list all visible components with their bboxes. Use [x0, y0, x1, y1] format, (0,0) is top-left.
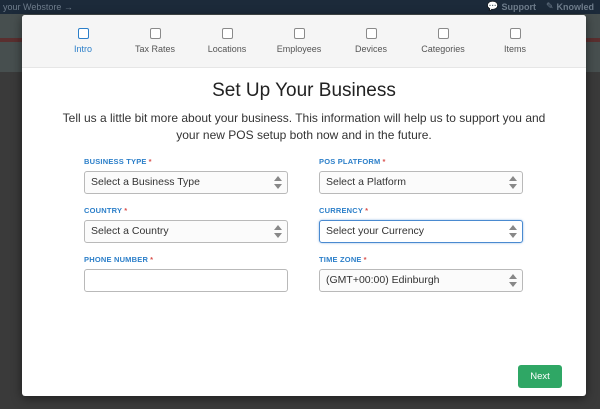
- step-checkbox-icon: [149, 28, 161, 39]
- wizard-steps: Intro Tax Rates Locations Employees Devi…: [22, 15, 586, 68]
- phone-number-input[interactable]: [84, 269, 288, 292]
- step-label: Locations: [207, 44, 247, 54]
- time-zone-label: TIME ZONE *: [319, 255, 367, 264]
- business-type-label: BUSINESS TYPE *: [84, 157, 152, 166]
- currency-label-text: CURRENCY: [319, 206, 364, 215]
- step-items[interactable]: Items: [475, 28, 555, 54]
- setup-modal: Intro Tax Rates Locations Employees Devi…: [22, 15, 586, 396]
- pos-platform-label-text: POS PLATFORM: [319, 157, 381, 166]
- knowledge-label: Knowled: [556, 1, 595, 12]
- select-arrows-icon: [509, 176, 517, 189]
- currency-select[interactable]: Select your Currency: [319, 220, 523, 243]
- next-button[interactable]: Next: [518, 365, 562, 388]
- pos-platform-value: Select a Platform: [326, 176, 406, 188]
- required-mark: *: [148, 157, 152, 166]
- edit-icon: ✎: [545, 1, 554, 11]
- step-checkbox-icon: [77, 28, 89, 39]
- required-mark: *: [363, 255, 367, 264]
- business-type-label-text: BUSINESS TYPE: [84, 157, 147, 166]
- step-checkbox-icon: [509, 28, 521, 39]
- step-employees[interactable]: Employees: [259, 28, 339, 54]
- pos-platform-label: POS PLATFORM *: [319, 157, 386, 166]
- time-zone-select[interactable]: (GMT+00:00) Edinburgh: [319, 269, 523, 292]
- step-label: Intro: [73, 44, 92, 54]
- step-label: Devices: [354, 44, 387, 54]
- step-label: Employees: [276, 44, 322, 54]
- step-checkbox-icon: [365, 28, 377, 39]
- required-mark: *: [150, 255, 154, 264]
- required-mark: *: [365, 206, 369, 215]
- step-categories[interactable]: Categories: [403, 28, 483, 54]
- country-select[interactable]: Select a Country: [84, 220, 288, 243]
- step-locations[interactable]: Locations: [187, 28, 267, 54]
- page-description: Tell us a little bit more about your bus…: [62, 111, 546, 142]
- webstore-link[interactable]: your Webstore →: [3, 2, 73, 12]
- step-tax-rates[interactable]: Tax Rates: [115, 28, 195, 54]
- support-label: Support: [501, 1, 536, 12]
- time-zone-value: (GMT+00:00) Edinburgh: [326, 274, 440, 286]
- time-zone-label-text: TIME ZONE: [319, 255, 362, 264]
- phone-number-label: PHONE NUMBER *: [84, 255, 153, 264]
- country-label-text: COUNTRY: [84, 206, 123, 215]
- currency-label: CURRENCY *: [319, 206, 368, 215]
- country-label: COUNTRY *: [84, 206, 127, 215]
- step-label: Items: [503, 44, 526, 54]
- background-top-bar: your Webstore → 💬 Support ✎ Knowled: [0, 0, 600, 14]
- select-arrows-icon: [509, 225, 517, 238]
- step-intro[interactable]: Intro: [43, 28, 123, 54]
- chat-icon: 💬: [487, 1, 499, 11]
- step-label: Categories: [421, 44, 465, 54]
- step-checkbox-icon: [293, 28, 305, 39]
- required-mark: *: [124, 206, 128, 215]
- business-type-select[interactable]: Select a Business Type: [84, 171, 288, 194]
- business-type-value: Select a Business Type: [91, 176, 200, 188]
- required-mark: *: [382, 157, 386, 166]
- select-arrows-icon: [274, 225, 282, 238]
- step-label: Tax Rates: [134, 44, 176, 54]
- page-title: Set Up Your Business: [212, 80, 396, 101]
- country-value: Select a Country: [91, 225, 169, 237]
- step-devices[interactable]: Devices: [331, 28, 411, 54]
- phone-number-label-text: PHONE NUMBER: [84, 255, 149, 264]
- support-link[interactable]: 💬 Support: [487, 1, 536, 12]
- select-arrows-icon: [274, 176, 282, 189]
- step-checkbox-icon: [221, 28, 233, 39]
- currency-value: Select your Currency: [326, 225, 425, 237]
- pos-platform-select[interactable]: Select a Platform: [319, 171, 523, 194]
- knowledge-link[interactable]: ✎ Knowled: [546, 1, 594, 12]
- step-checkbox-icon: [437, 28, 449, 39]
- select-arrows-icon: [509, 274, 517, 287]
